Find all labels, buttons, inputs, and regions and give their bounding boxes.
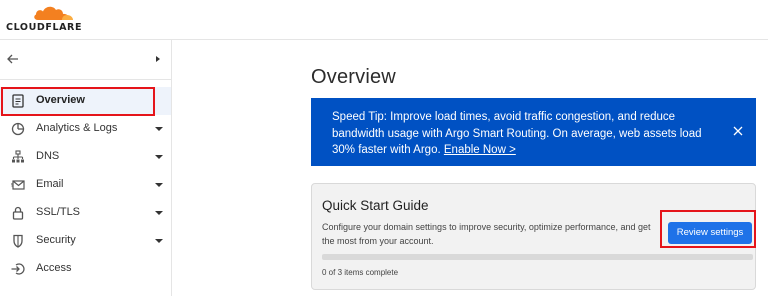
- logo-wordmark: CLOUDFLARE: [6, 22, 83, 33]
- sidebar-item-dns[interactable]: DNS: [0, 143, 171, 171]
- envelope-icon: [11, 180, 25, 190]
- clock-chart-icon: [11, 122, 25, 136]
- chevron-down-icon[interactable]: [155, 183, 163, 187]
- sidebar-item-overview[interactable]: Overview: [0, 87, 171, 115]
- quick-start-progress-bar: [322, 254, 753, 260]
- main-content: Overview Speed Tip: Improve load times, …: [172, 40, 768, 296]
- sidebar-item-access[interactable]: Access: [0, 255, 171, 283]
- quick-start-description: Configure your domain settings to improv…: [322, 222, 651, 246]
- network-icon: [12, 150, 24, 163]
- sidebar-item-label: Overview: [36, 94, 85, 106]
- quick-start-card: Quick Start Guide Configure your domain …: [311, 183, 756, 290]
- page-title: Overview: [311, 66, 396, 88]
- chevron-down-icon[interactable]: [155, 155, 163, 159]
- chevron-down-icon[interactable]: [155, 127, 163, 131]
- cloud-icon: [34, 6, 73, 20]
- sidebar-item-label: Security: [36, 234, 76, 246]
- sidebar: Overview Analytics & Logs DNS Email SSL/…: [0, 40, 172, 296]
- quick-start-count: 0 of 3 items complete: [322, 268, 399, 277]
- sidebar-item-label: DNS: [36, 150, 60, 162]
- sidebar-item-label: Access: [36, 262, 72, 274]
- quick-start-title: Quick Start Guide: [322, 198, 429, 213]
- sidebar-item-label: SSL/TLS: [36, 206, 81, 218]
- review-settings-button[interactable]: Review settings: [668, 222, 752, 244]
- shield-icon: [13, 234, 23, 248]
- speed-tip-text: Speed Tip: Improve load times, avoid tra…: [332, 109, 702, 159]
- sidebar-item-label: Analytics & Logs: [36, 122, 118, 134]
- sidebar-item-ssl-tls[interactable]: SSL/TLS: [0, 199, 171, 227]
- speed-tip-message: Speed Tip: Improve load times, avoid tra…: [332, 111, 702, 156]
- lock-icon: [12, 206, 24, 220]
- back-arrow-icon[interactable]: [6, 52, 20, 66]
- chevron-down-icon[interactable]: [155, 211, 163, 215]
- speed-tip-banner: Speed Tip: Improve load times, avoid tra…: [311, 98, 756, 166]
- top-bar: CLOUDFLARE: [0, 0, 768, 40]
- sidebar-item-security[interactable]: Security: [0, 227, 171, 255]
- sidebar-header: [0, 40, 171, 80]
- sidebar-item-analytics-logs[interactable]: Analytics & Logs: [0, 115, 171, 143]
- cloudflare-logo[interactable]: CLOUDFLARE: [6, 4, 86, 34]
- document-icon: [12, 94, 24, 108]
- close-icon[interactable]: [732, 125, 744, 137]
- sidebar-item-email[interactable]: Email: [0, 171, 171, 199]
- chevron-down-icon[interactable]: [155, 239, 163, 243]
- enable-now-link[interactable]: Enable Now >: [444, 144, 516, 156]
- collapse-sidebar-icon[interactable]: [156, 56, 160, 62]
- sign-in-icon: [11, 263, 25, 275]
- sidebar-item-label: Email: [36, 178, 64, 190]
